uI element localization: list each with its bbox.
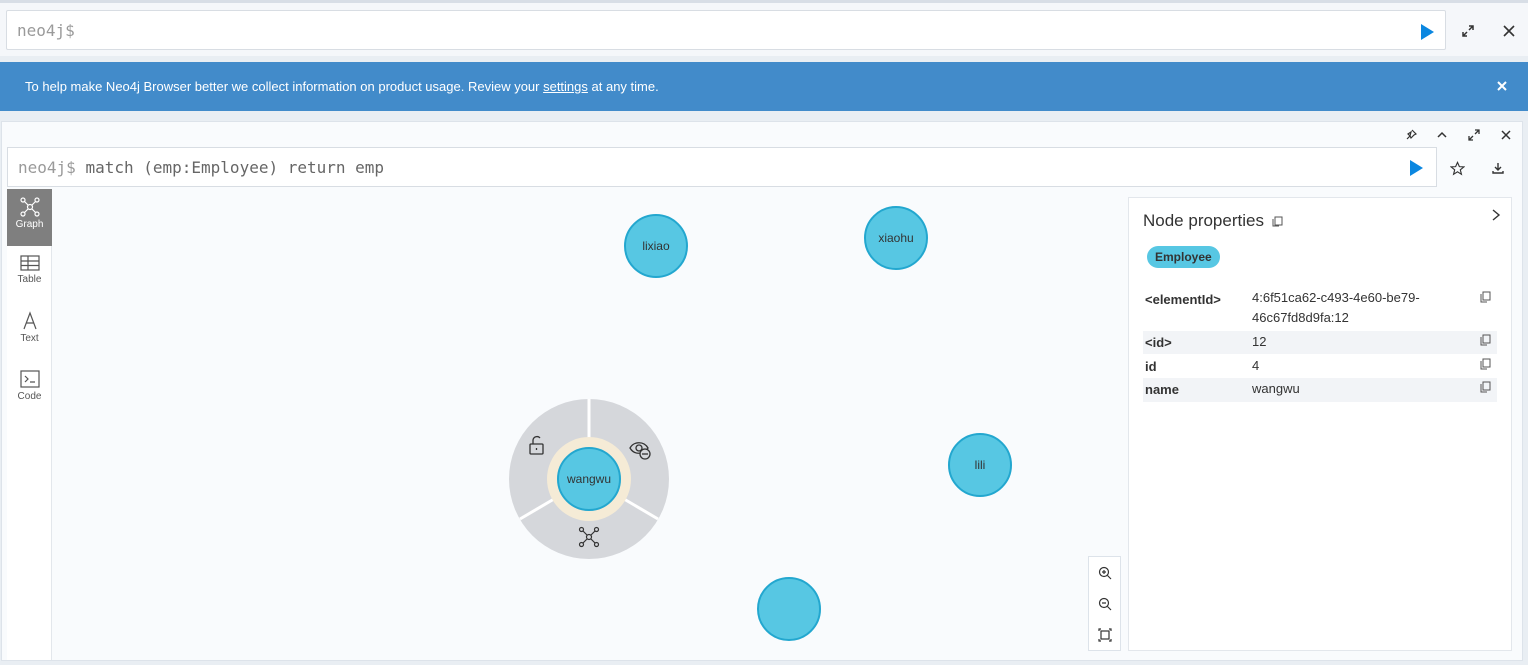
text-icon — [22, 311, 37, 330]
usage-banner: To help make Neo4j Browser better we col… — [0, 62, 1528, 111]
settings-link[interactable]: settings — [543, 79, 588, 94]
copy-icon[interactable] — [1479, 291, 1491, 303]
node-lili[interactable]: lili — [948, 433, 1012, 497]
property-row: <id> 12 — [1143, 331, 1497, 354]
download-icon[interactable] — [1487, 157, 1509, 179]
property-value: 4 — [1252, 358, 1260, 373]
result-frame: neo4j$ match (emp:Employee) return emp G… — [1, 121, 1523, 661]
top-run-icon[interactable] — [1418, 23, 1436, 41]
property-row: name wangwu — [1143, 378, 1497, 402]
top-editor-bar: neo4j$ — [0, 0, 1528, 56]
property-row: id 4 — [1143, 355, 1497, 378]
zoom-controls — [1088, 556, 1121, 651]
copy-icon[interactable] — [1479, 334, 1491, 346]
node-unlabeled[interactable] — [757, 577, 821, 641]
top-fullscreen-icon[interactable] — [1457, 20, 1479, 42]
zoom-out-icon — [1098, 597, 1111, 610]
fit-button[interactable] — [1089, 619, 1120, 650]
favorite-star-icon[interactable] — [1446, 157, 1468, 179]
copy-all-icon[interactable] — [1272, 216, 1283, 227]
frame-prompt: neo4j$ match (emp:Employee) return emp — [18, 158, 385, 177]
property-value: wangwu — [1252, 381, 1300, 396]
tab-graph[interactable]: Graph — [7, 189, 52, 246]
copy-icon[interactable] — [1479, 358, 1491, 370]
node-lixiao[interactable]: lixiao — [624, 214, 688, 278]
tab-code[interactable]: Code — [7, 361, 52, 418]
top-prompt: neo4j$ — [17, 21, 75, 40]
table-icon — [19, 255, 40, 271]
node-properties-panel: Node properties Employee <elementId> 4:6… — [1128, 197, 1512, 651]
graph-icon — [19, 197, 40, 217]
frame-close-icon[interactable] — [1495, 124, 1517, 146]
tab-table[interactable]: Table — [7, 246, 52, 303]
hide-node-icon[interactable] — [629, 439, 653, 461]
frame-query-text: match (emp:Employee) return emp — [85, 158, 385, 177]
property-key: <elementId> — [1145, 292, 1221, 307]
zoom-out-button[interactable] — [1089, 588, 1120, 619]
zoom-in-icon — [1098, 566, 1111, 579]
frame-run-icon[interactable] — [1407, 159, 1425, 177]
frame-fullscreen-icon[interactable] — [1463, 124, 1485, 146]
collapse-icon[interactable] — [1431, 124, 1453, 146]
property-value: 4:6f51ca62-c493-4e60-be79-46c67fd8d9fa:1… — [1252, 290, 1420, 325]
panel-title: Node properties — [1143, 211, 1283, 231]
property-row: <elementId> 4:6f51ca62-c493-4e60-be79-46… — [1143, 288, 1497, 330]
top-close-icon[interactable] — [1498, 20, 1520, 42]
copy-icon[interactable] — [1479, 381, 1491, 393]
property-key: name — [1145, 382, 1179, 397]
code-icon — [19, 370, 40, 388]
view-tabs: Graph Table Text Code — [7, 189, 52, 660]
banner-text: To help make Neo4j Browser better we col… — [25, 79, 659, 94]
top-query-input[interactable]: neo4j$ — [6, 10, 1446, 50]
collapse-panel-icon[interactable] — [1489, 208, 1503, 222]
property-key: id — [1145, 359, 1157, 374]
zoom-in-button[interactable] — [1089, 557, 1120, 588]
expand-neighbors-icon[interactable] — [578, 526, 600, 548]
banner-close-icon[interactable] — [1494, 78, 1510, 94]
graph-canvas[interactable]: lixiao xiaohu lili wangwu — [53, 189, 1123, 660]
property-key: <id> — [1145, 335, 1172, 350]
node-xiaohu[interactable]: xiaohu — [864, 206, 928, 270]
label-pill-employee[interactable]: Employee — [1147, 246, 1220, 268]
frame-query-input[interactable]: neo4j$ match (emp:Employee) return emp — [7, 147, 1437, 187]
property-value: 12 — [1252, 334, 1267, 349]
tab-text[interactable]: Text — [7, 303, 52, 360]
fit-to-screen-icon — [1097, 627, 1112, 642]
node-wangwu[interactable]: wangwu — [557, 447, 621, 511]
unlock-icon[interactable] — [525, 434, 547, 456]
pin-icon[interactable] — [1400, 124, 1422, 146]
